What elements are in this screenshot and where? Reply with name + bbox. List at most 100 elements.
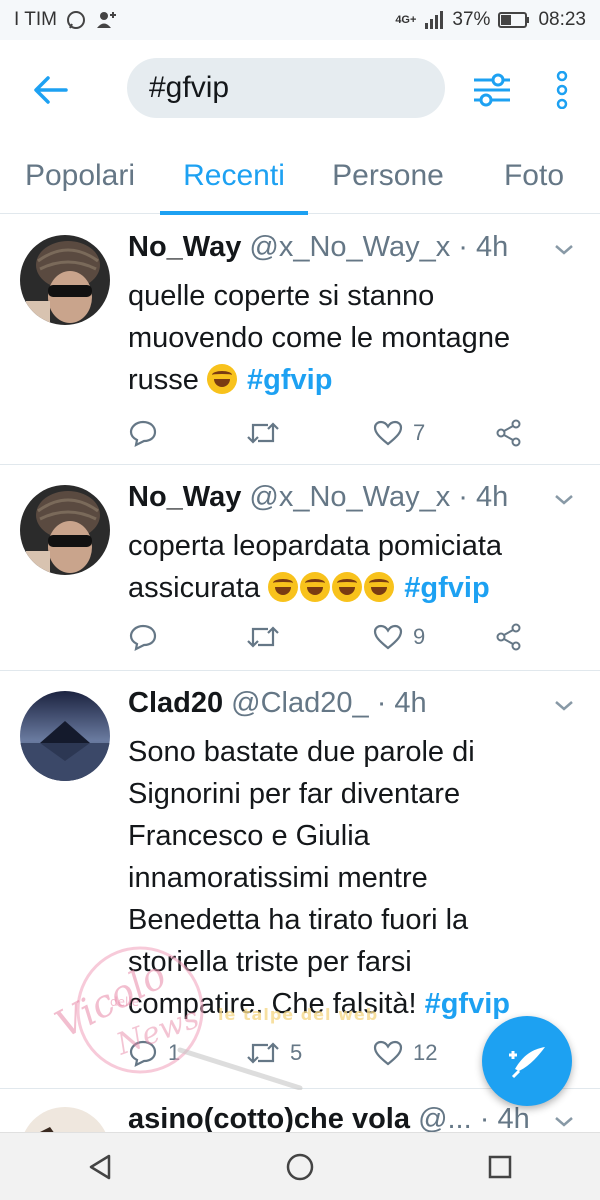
tweet-text-line: compatire. Che falsità! [128, 988, 417, 1020]
like-count: 7 [413, 420, 426, 445]
author-name[interactable]: No_Way [128, 481, 241, 513]
tweet-text-line: Francesco e Giulia [128, 820, 370, 852]
retweet-icon [247, 422, 279, 444]
laughing-emoji-icon [300, 572, 331, 602]
like-button[interactable]: 9 [373, 623, 425, 651]
retweet-icon [247, 626, 279, 648]
laughing-emoji-icon [364, 572, 395, 602]
author-handle[interactable]: @Clad20_ [231, 687, 368, 719]
tweet-text-line: innamoratissimi mentre [128, 862, 428, 894]
share-icon [496, 419, 521, 447]
tweet-time: · 4h [458, 231, 509, 263]
tweet-header: No_Way @x_No_Way_x · 4h [128, 481, 550, 514]
avatar[interactable] [20, 235, 110, 325]
tweet-actions: 9 [128, 617, 528, 657]
tweet-header: No_Way @x_No_Way_x · 4h [128, 231, 550, 264]
avatar[interactable] [20, 1107, 110, 1132]
reply-icon [129, 420, 157, 447]
more-icon [556, 71, 568, 109]
chevron-down-icon[interactable] [552, 487, 576, 511]
reply-button[interactable]: 1 [128, 1039, 180, 1067]
tweet-text-line: Sono bastate due parole di [128, 736, 475, 768]
share-icon [496, 623, 521, 651]
nav-back-icon [89, 1154, 111, 1179]
nav-recents-button[interactable] [470, 1137, 530, 1197]
compose-tweet-button[interactable] [482, 1016, 572, 1106]
tab-persone[interactable]: Persone [308, 138, 468, 214]
share-button[interactable] [495, 419, 523, 447]
like-button[interactable]: 12 [373, 1039, 437, 1067]
reply-icon [129, 624, 157, 651]
tweet-text: coperta leopardata pomiciata assicurata … [128, 525, 570, 609]
avatar[interactable] [20, 691, 110, 781]
author-handle[interactable]: @x_No_Way_x [249, 231, 450, 263]
share-button[interactable] [495, 623, 523, 651]
more-options-button[interactable] [544, 66, 580, 114]
search-filter-button[interactable] [468, 66, 516, 114]
nav-back-button[interactable] [70, 1137, 130, 1197]
author-handle[interactable]: @x_No_Way_x [249, 481, 450, 513]
carrier-label: I TIM [14, 9, 57, 30]
compose-icon [509, 1047, 545, 1079]
tweet-text-line: assicurata [128, 572, 261, 604]
like-count: 12 [413, 1040, 438, 1065]
tweet-text-line: quelle coperte si stanno [128, 280, 435, 312]
reply-icon [129, 1040, 157, 1067]
reply-button[interactable] [128, 419, 158, 447]
author-name[interactable]: asino(cotto)che vola [128, 1103, 410, 1132]
search-query: #gfvip [149, 71, 230, 104]
search-tabs: Popolari Recenti Persone Foto [0, 138, 600, 215]
tweet-text: quelle coperte si stanno muovendo come l… [128, 275, 570, 401]
retweet-button[interactable]: 5 [246, 1040, 302, 1066]
chevron-down-icon[interactable] [552, 237, 576, 261]
retweet-button[interactable] [246, 624, 280, 650]
laughing-emoji-icon [268, 572, 299, 602]
tweet-item[interactable]: No_Way @x_No_Way_x · 4h quelle coperte s… [0, 215, 600, 465]
tweet-text: Sono bastate due parole di Signorini per… [128, 731, 570, 1025]
status-bar: I TIM 4G+ 37% 08:23 [0, 0, 600, 40]
laughing-emoji-icon [206, 364, 237, 394]
chevron-down-icon[interactable] [552, 693, 576, 717]
reply-button[interactable] [128, 623, 158, 651]
back-button[interactable] [28, 68, 72, 112]
battery-percent: 37% [452, 9, 491, 30]
add-user-icon [95, 9, 119, 31]
reply-count: 1 [168, 1040, 181, 1065]
retweet-icon [247, 1042, 279, 1064]
clock: 08:23 [538, 9, 586, 30]
like-icon [373, 624, 403, 650]
retweet-count: 5 [290, 1040, 303, 1065]
whatsapp-icon [65, 9, 87, 31]
tweet-text-line: coperta leopardata pomiciata [128, 530, 503, 562]
tweet-text-line: Benedetta ha tirato fuori la [128, 904, 469, 936]
tweet-text-line: storiella triste per farsi [128, 946, 412, 978]
author-name[interactable]: No_Way [128, 231, 241, 263]
nav-home-button[interactable] [270, 1137, 330, 1197]
tweet-text-line: russe [128, 364, 199, 396]
system-nav-bar [0, 1132, 600, 1200]
author-name[interactable]: Clad20 [128, 687, 223, 719]
tab-recenti[interactable]: Recenti [160, 138, 308, 215]
tab-popolari[interactable]: Popolari [0, 138, 160, 214]
signal-icon [424, 11, 444, 29]
avatar[interactable] [20, 485, 110, 575]
network-type-label: 4G+ [395, 14, 417, 26]
tweet-time: · 4h [376, 687, 427, 719]
hashtag-link[interactable]: #gfvip [425, 988, 510, 1020]
back-arrow-icon [34, 76, 68, 104]
tab-foto[interactable]: Foto [468, 138, 600, 214]
retweet-button[interactable] [246, 420, 280, 446]
like-icon [373, 420, 403, 446]
like-button[interactable]: 7 [373, 419, 425, 447]
tweet-text-line: Signorini per far diventare [128, 778, 461, 810]
tweet-item[interactable]: No_Way @x_No_Way_x · 4h coperta leoparda… [0, 465, 600, 671]
author-handle[interactable]: @... [418, 1103, 472, 1132]
hashtag-link[interactable]: #gfvip [247, 364, 332, 396]
tweet-header: asino(cotto)che vola @... · 4h [128, 1103, 550, 1132]
chevron-down-icon[interactable] [552, 1109, 576, 1132]
battery-icon [498, 11, 530, 29]
tweet-actions: 1 5 12 [128, 1033, 528, 1073]
search-input[interactable]: #gfvip [127, 58, 445, 118]
tweet-text-line: muovendo come le montagne [128, 322, 511, 354]
hashtag-link[interactable]: #gfvip [404, 572, 489, 604]
